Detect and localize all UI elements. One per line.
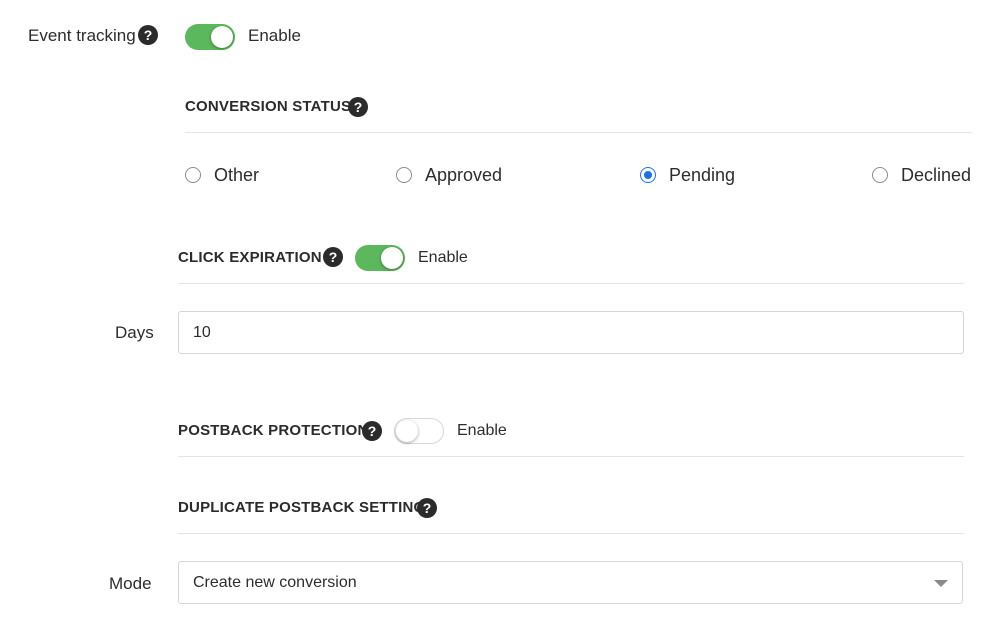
- radio-declined[interactable]: [872, 167, 888, 183]
- click-expiration-toggle[interactable]: [355, 245, 405, 271]
- conversion-status-help-icon[interactable]: ?: [348, 97, 368, 117]
- radio-declined-label[interactable]: Declined: [901, 165, 971, 186]
- radio-other-label[interactable]: Other: [214, 165, 259, 186]
- event-tracking-toggle[interactable]: [185, 24, 235, 50]
- event-tracking-help-icon[interactable]: ?: [138, 25, 158, 45]
- event-tracking-enable-label: Enable: [248, 26, 301, 45]
- divider: [185, 132, 972, 133]
- duplicate-postback-help-icon[interactable]: ?: [417, 498, 437, 518]
- radio-other[interactable]: [185, 167, 201, 183]
- mode-label: Mode: [109, 574, 152, 593]
- days-label: Days: [115, 323, 154, 342]
- postback-protection-title: POSTBACK PROTECTION: [178, 422, 369, 439]
- mode-select[interactable]: Create new conversion: [178, 561, 963, 604]
- click-expiration-help-icon[interactable]: ?: [323, 247, 343, 267]
- radio-pending-label[interactable]: Pending: [669, 165, 735, 186]
- postback-protection-help-icon[interactable]: ?: [362, 421, 382, 441]
- divider: [178, 456, 964, 457]
- divider: [178, 533, 964, 534]
- postback-protection-enable-label: Enable: [457, 422, 507, 439]
- days-input[interactable]: 10: [178, 311, 964, 354]
- click-expiration-enable-label: Enable: [418, 249, 468, 266]
- radio-pending[interactable]: [640, 167, 656, 183]
- duplicate-postback-title: DUPLICATE POSTBACK SETTING: [178, 499, 426, 516]
- radio-approved-label[interactable]: Approved: [425, 165, 502, 186]
- conversion-status-title: CONVERSION STATUS: [185, 98, 352, 115]
- toggle-knob: [396, 420, 418, 442]
- postback-protection-toggle[interactable]: [394, 418, 444, 444]
- chevron-down-icon: [934, 580, 948, 587]
- mode-select-value: Create new conversion: [193, 573, 357, 591]
- click-expiration-title: CLICK EXPIRATION: [178, 249, 322, 266]
- radio-approved[interactable]: [396, 167, 412, 183]
- divider: [178, 283, 964, 284]
- days-input-value: 10: [193, 323, 211, 341]
- toggle-knob: [211, 26, 233, 48]
- toggle-knob: [381, 247, 403, 269]
- event-tracking-label: Event tracking: [28, 26, 136, 45]
